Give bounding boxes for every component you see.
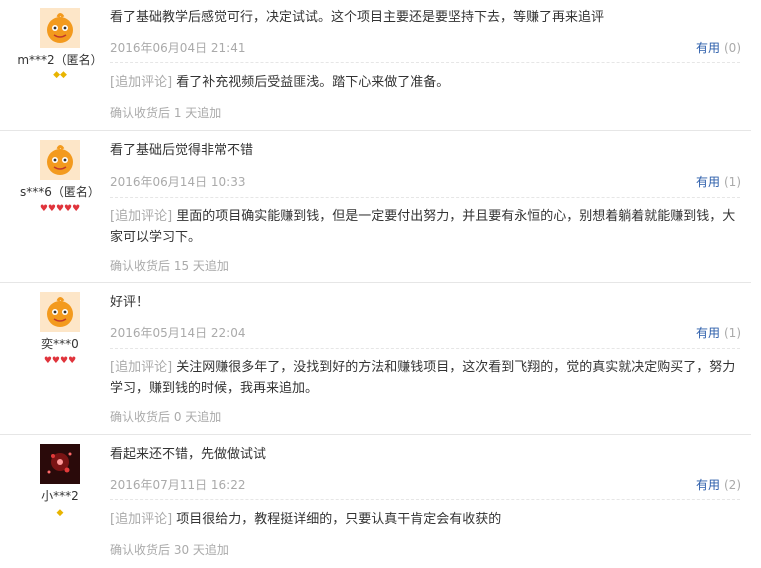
useful-button[interactable]: 有用 (0) [696, 39, 741, 56]
user-name[interactable]: m***2（匿名） [0, 51, 120, 68]
append-delay: 确认收货后 30 天追加 [110, 543, 229, 557]
heart-badge-icon: ♥♥♥♥ [43, 356, 77, 366]
append-review: [追加评论] 项目很给力，教程挺详细的，只要认真干肯定会有收获的 [110, 509, 740, 530]
review-item: s***6（匿名） ♥♥♥♥♥ 看了基础后觉得非常不错 2016年06月14日 … [0, 131, 751, 283]
useful-count: (0) [724, 41, 741, 55]
user-name[interactable]: 小***2 [0, 487, 120, 504]
append-text: 看了补充视频后受益匪浅。踏下心来做了准备。 [176, 75, 450, 90]
append-delay: 确认收货后 0 天追加 [110, 410, 222, 424]
user-name[interactable]: 奕***0 [0, 335, 120, 352]
review-text: 好评！ [110, 295, 150, 310]
append-text: 里面的项目确实能赚到钱，但是一定要付出努力，并且要有永恒的心，别想着躺着就能赚到… [110, 209, 736, 245]
append-tag: [追加评论] [110, 75, 173, 90]
avatar[interactable] [40, 292, 80, 332]
user-name[interactable]: s***6（匿名） [0, 183, 120, 200]
review-text: 看了基础教学后感觉可行，决定试试。这个项目主要还是要坚持下去，等赚了再来追评 [110, 10, 605, 25]
useful-count: (1) [724, 326, 741, 340]
review-item: 奕***0 ♥♥♥♥ 好评！ 2016年05月14日 22:04 [追加评论] … [0, 283, 751, 435]
useful-button[interactable]: 有用 (1) [696, 324, 741, 341]
buyer-level-badge: ◆◆ [0, 70, 120, 80]
avatar[interactable] [40, 8, 80, 48]
review-date: 2016年06月14日 10:33 [110, 175, 246, 189]
divider [110, 499, 740, 500]
useful-button[interactable]: 有用 (1) [696, 173, 741, 190]
append-text: 关注网赚很多年了，没找到好的方法和赚钱项目，这次看到飞翔的，觉的真实就决定购买了… [110, 360, 736, 396]
divider [110, 62, 740, 63]
useful-label[interactable]: 有用 [696, 41, 720, 55]
review-date: 2016年07月11日 16:22 [110, 478, 246, 492]
review-text: 看了基础后觉得非常不错 [110, 143, 254, 158]
append-review: [追加评论] 里面的项目确实能赚到钱，但是一定要付出努力，并且要有永恒的心，别想… [110, 206, 740, 248]
useful-label[interactable]: 有用 [696, 175, 720, 189]
heart-badge-icon: ♥♥♥♥♥ [39, 204, 81, 214]
divider [110, 197, 740, 198]
useful-count: (2) [724, 478, 741, 492]
review-text: 看起来还不错，先做做试试 [110, 447, 267, 462]
append-tag: [追加评论] [110, 209, 173, 224]
avatar[interactable] [40, 140, 80, 180]
avatar[interactable] [40, 444, 80, 484]
useful-count: (1) [724, 175, 741, 189]
append-text: 项目很给力，教程挺详细的，只要认真干肯定会有收获的 [176, 512, 502, 527]
append-tag: [追加评论] [110, 512, 173, 527]
append-delay: 确认收货后 15 天追加 [110, 259, 229, 273]
append-review: [追加评论] 看了补充视频后受益匪浅。踏下心来做了准备。 [110, 72, 740, 93]
divider [110, 348, 740, 349]
review-item: 小***2 ◆ 看起来还不错，先做做试试 2016年07月11日 16:22 [… [0, 435, 751, 568]
diamond-badge-icon: ◆◆ [53, 70, 67, 80]
review-date: 2016年06月04日 21:41 [110, 41, 246, 55]
append-delay: 确认收货后 1 天追加 [110, 106, 222, 120]
review-item: m***2（匿名） ◆◆ 看了基础教学后感觉可行，决定试试。这个项目主要还是要坚… [0, 0, 751, 131]
useful-label[interactable]: 有用 [696, 478, 720, 492]
buyer-level-badge: ♥♥♥♥♥ [0, 204, 120, 214]
review-date: 2016年05月14日 22:04 [110, 326, 246, 340]
buyer-level-badge: ◆ [0, 508, 120, 518]
append-tag: [追加评论] [110, 360, 173, 375]
useful-label[interactable]: 有用 [696, 326, 720, 340]
buyer-level-badge: ♥♥♥♥ [0, 356, 120, 366]
append-review: [追加评论] 关注网赚很多年了，没找到好的方法和赚钱项目，这次看到飞翔的，觉的真… [110, 357, 740, 399]
useful-button[interactable]: 有用 (2) [696, 476, 741, 493]
diamond-badge-icon: ◆ [56, 508, 64, 518]
review-list: m***2（匿名） ◆◆ 看了基础教学后感觉可行，决定试试。这个项目主要还是要坚… [0, 0, 761, 568]
